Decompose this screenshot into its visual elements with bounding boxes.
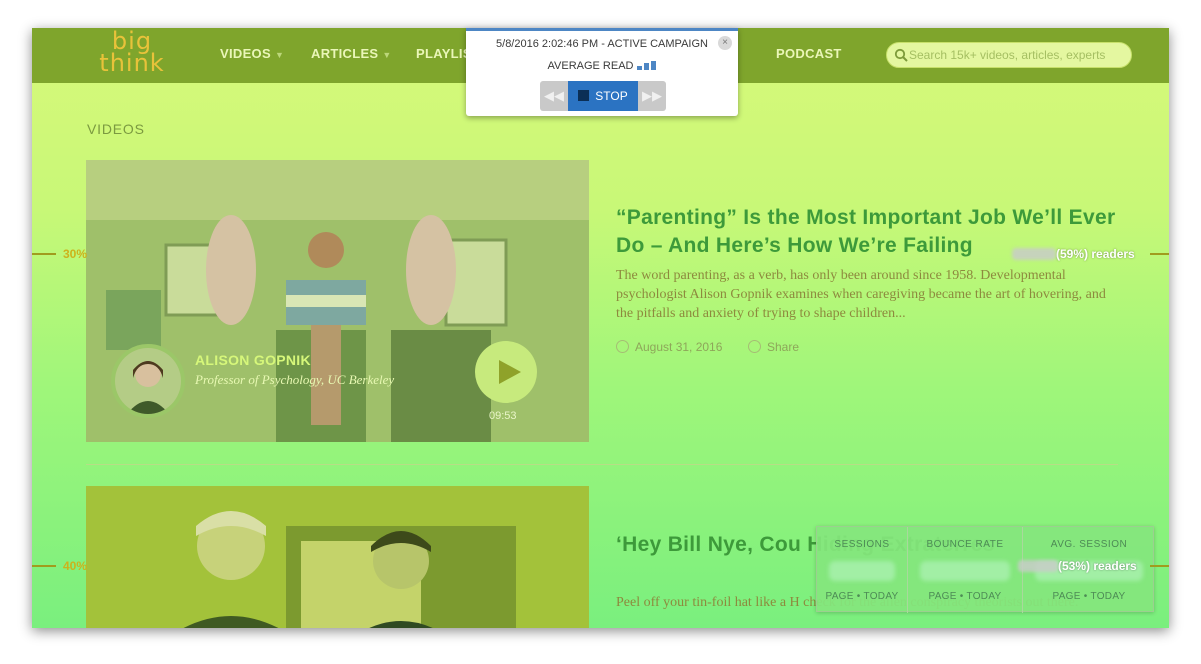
playback-controls: ◀◀ STOP ▶▶: [540, 81, 666, 111]
search-input[interactable]: [909, 46, 1125, 64]
stat-label: AVG. SESSION: [1050, 539, 1128, 550]
rewind-icon[interactable]: ◀◀: [540, 81, 568, 111]
stop-label: STOP: [595, 89, 628, 103]
stop-icon: [578, 90, 590, 101]
nav-item-label: ARTICLES: [311, 46, 379, 61]
stat-sublabel: PAGE • TODAY: [1052, 591, 1126, 602]
bar-chart-icon: [636, 61, 657, 70]
site-logo[interactable]: big think: [96, 29, 168, 80]
share-button[interactable]: Share: [748, 340, 799, 354]
logo-text-bottom: think: [99, 49, 165, 77]
stat-sublabel: PAGE • TODAY: [928, 591, 1002, 602]
popup-average-read: AVERAGE READ: [466, 60, 738, 72]
scroll-depth-percent: 40%: [63, 559, 88, 573]
search-box[interactable]: [886, 42, 1132, 68]
scroll-depth-line: [1150, 565, 1169, 567]
scroll-depth-line: [1150, 253, 1169, 255]
article-date: August 31, 2016: [616, 340, 722, 354]
article-divider: [86, 464, 1118, 465]
chevron-down-icon: ▼: [382, 50, 392, 60]
stat-bounce-rate: BOUNCE RATE PAGE • TODAY: [908, 527, 1023, 613]
scroll-depth-readers: (53%) readers: [1018, 559, 1137, 573]
nav-item-label: VIDEOS: [220, 46, 271, 61]
search-icon: [894, 48, 908, 62]
nav-item-articles[interactable]: ARTICLES ▼: [311, 46, 392, 61]
readers-count-redacted: [1018, 560, 1058, 572]
nav-item-videos[interactable]: VIDEOS ▼: [220, 46, 284, 61]
popup-timestamp-campaign: 5/8/2016 2:02:46 PM - ACTIVE CAMPAIGN: [496, 38, 708, 50]
nav-item-label: PODCAST: [776, 46, 842, 61]
scroll-depth-readers: (59%) readers: [1012, 247, 1135, 261]
stat-sublabel: PAGE • TODAY: [825, 591, 899, 602]
fast-forward-icon[interactable]: ▶▶: [638, 81, 666, 111]
section-title: VIDEOS: [87, 121, 145, 137]
speaker-title: Professor of Psychology, UC Berkeley: [195, 372, 395, 387]
readers-label: (53%) readers: [1058, 559, 1137, 573]
article-excerpt: The word parenting, as a verb, has only …: [616, 268, 1106, 321]
page-frame: big think VIDEOS ▼ ARTICLES ▼ PLAYLIS PODC…: [32, 28, 1169, 628]
stat-sessions: SESSIONS PAGE • TODAY: [817, 527, 908, 613]
chevron-down-icon: ▼: [274, 50, 285, 60]
stat-label: BOUNCE RATE: [926, 539, 1004, 550]
readers-count-redacted: [1012, 248, 1056, 260]
share-icon: [748, 340, 761, 353]
stat-value-redacted: [920, 561, 1010, 581]
nav-item-playlists[interactable]: PLAYLIS: [416, 46, 472, 61]
realtime-campaign-popup: 5/8/2016 2:02:46 PM - ACTIVE CAMPAIGN × …: [466, 28, 738, 116]
stop-button[interactable]: STOP: [568, 81, 638, 111]
scroll-depth-line: [32, 253, 56, 255]
readers-label: (59%) readers: [1056, 247, 1135, 261]
speaker-name: ALISON GOPNIK: [195, 352, 311, 368]
scroll-depth-percent: 30%: [63, 247, 88, 261]
video-thumbnail[interactable]: [86, 486, 589, 628]
speaker-avatar: [111, 344, 185, 418]
video-thumbnail-image: [86, 486, 589, 628]
stat-label: SESSIONS: [834, 539, 890, 550]
play-button[interactable]: [475, 341, 537, 403]
clock-icon: [616, 340, 629, 353]
average-read-label: AVERAGE READ: [547, 60, 634, 72]
close-icon[interactable]: ×: [718, 36, 732, 50]
video-thumbnail[interactable]: ALISON GOPNIK Professor of Psychology, U…: [86, 160, 589, 442]
play-icon: [499, 360, 521, 384]
nav-item-label: PLAYLIS: [416, 46, 472, 61]
scroll-depth-line: [32, 565, 56, 567]
stat-value-redacted: [829, 561, 895, 581]
share-label: Share: [767, 340, 800, 354]
nav-item-podcast[interactable]: PODCAST: [776, 46, 842, 61]
video-duration: 09:53: [489, 410, 517, 422]
article-date-text: August 31, 2016: [635, 340, 723, 354]
